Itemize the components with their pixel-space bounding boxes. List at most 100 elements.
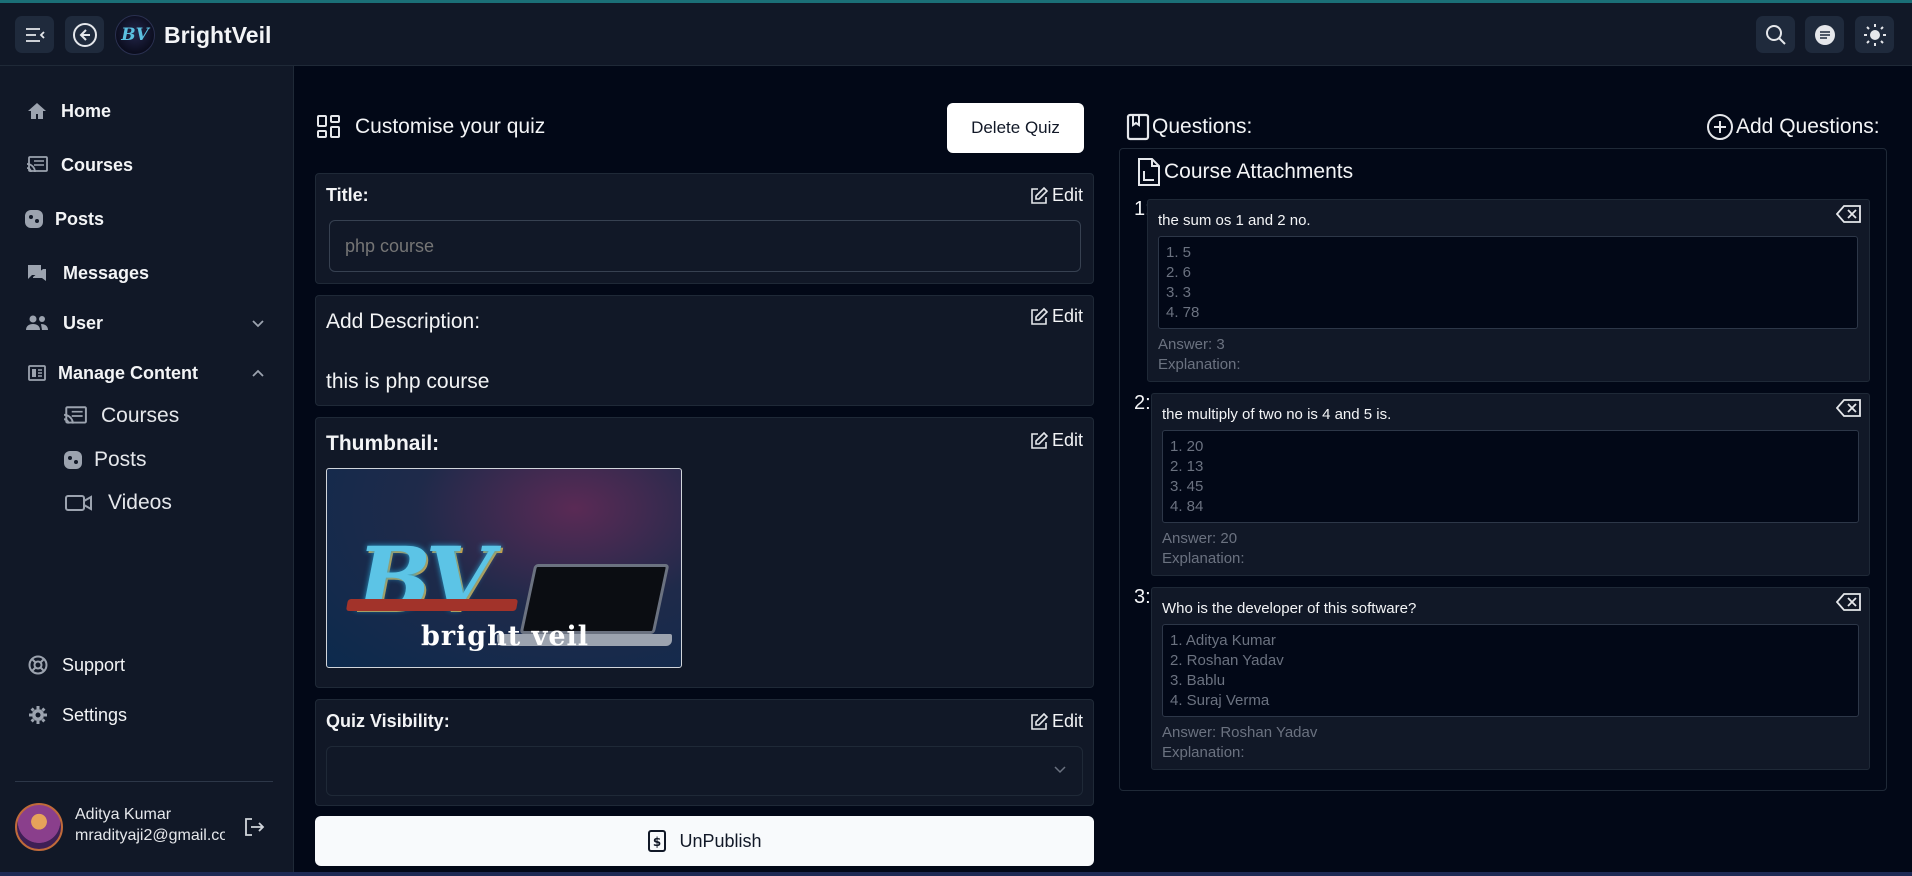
- question-number: 3:: [1134, 586, 1151, 608]
- bottom-accent-line: [0, 872, 1912, 876]
- sidebar-item-label: Posts: [55, 208, 105, 229]
- sidebar-item-label: Courses: [61, 154, 134, 175]
- unpublish-button[interactable]: $ UnPublish: [315, 816, 1094, 866]
- edit-label: Edit: [1051, 185, 1083, 205]
- sidebar-item-label: User: [63, 312, 104, 333]
- search-button[interactable]: [1756, 16, 1795, 53]
- unpublish-label: UnPublish: [679, 830, 762, 851]
- option: 1. 20: [1170, 438, 1204, 455]
- option: 2. 6: [1166, 264, 1192, 281]
- thumbnail-image[interactable]: BV bright veil: [326, 468, 682, 668]
- title-input[interactable]: [329, 220, 1081, 272]
- theme-toggle-button[interactable]: [1855, 16, 1894, 53]
- visibility-select[interactable]: [326, 746, 1083, 796]
- customise-heading: Customise your quiz: [316, 114, 545, 140]
- video-icon: [64, 491, 94, 515]
- question-card: the multiply of two no is 4 and 5 is. 1.…: [1151, 393, 1870, 576]
- sidebar-item-home[interactable]: Home: [25, 99, 111, 123]
- home-icon: [25, 99, 49, 123]
- question-text: Who is the developer of this software?: [1162, 600, 1417, 617]
- option: 3. 45: [1170, 478, 1204, 495]
- chevron-down-icon: [252, 319, 264, 327]
- chat-button[interactable]: [1805, 16, 1844, 53]
- file-chart-icon: [1138, 158, 1160, 186]
- users-icon: [25, 311, 49, 335]
- question-options: 1. 20 2. 13 3. 45 4. 84: [1162, 430, 1859, 523]
- delete-backspace-icon[interactable]: [1836, 593, 1862, 611]
- delete-backspace-icon[interactable]: [1836, 399, 1862, 417]
- brand-name: BrightVeil: [164, 22, 272, 48]
- sidebar-item-courses[interactable]: Courses: [25, 153, 133, 177]
- option: 1. Aditya Kumar: [1170, 632, 1276, 649]
- top-header: BV BrightVeil: [0, 3, 1912, 66]
- add-questions-label: Add Questions:: [1736, 115, 1880, 138]
- sidebar-item-support[interactable]: Support: [26, 653, 125, 677]
- avatar[interactable]: [15, 803, 63, 851]
- sidebar-item-settings[interactable]: Settings: [26, 703, 127, 727]
- user-name: Aditya Kumar: [75, 806, 172, 823]
- chevron-up-icon: [252, 369, 264, 377]
- sidebar-subitem-label: Posts: [94, 448, 147, 471]
- option: 3. Bablu: [1170, 672, 1226, 689]
- sidebar-item-label: Messages: [63, 262, 150, 283]
- title-card: Title: Edit: [315, 173, 1094, 284]
- sidebar-item-label: Support: [62, 654, 126, 675]
- question-options: 1. Aditya Kumar 2. Roshan Yadav 3. Bablu…: [1162, 624, 1859, 717]
- add-questions-button[interactable]: Add Questions:: [1706, 113, 1880, 141]
- back-button[interactable]: [65, 16, 104, 53]
- sidebar-toggle-button[interactable]: [15, 16, 54, 53]
- sidebar-item-user[interactable]: User: [25, 311, 265, 335]
- lifebuoy-icon: [26, 653, 50, 677]
- sidebar-item-label: Manage Content: [58, 362, 199, 383]
- manage-content-icon: [25, 361, 49, 385]
- chevron-down-icon: [1054, 766, 1066, 774]
- delete-backspace-icon[interactable]: [1836, 205, 1862, 223]
- chat-icon: [1814, 24, 1835, 45]
- edit-label: Edit: [1051, 430, 1083, 450]
- visibility-label: Quiz Visibility:: [326, 711, 450, 731]
- question-text: the sum os 1 and 2 no.: [1158, 212, 1311, 229]
- question-explanation: Explanation:: [1162, 744, 1245, 761]
- user-email: mradityaji2@gmail.com: [75, 827, 225, 844]
- logout-icon[interactable]: [243, 817, 265, 837]
- cast-icon: [25, 153, 49, 177]
- course-attachments-link[interactable]: Course Attachments: [1136, 157, 1353, 187]
- thumbnail-monogram: BV: [357, 527, 494, 631]
- sidebar-item-posts[interactable]: Posts: [22, 207, 104, 231]
- edit-title-button[interactable]: Edit: [1030, 185, 1083, 206]
- question-answer: Answer: Roshan Yadav: [1162, 724, 1318, 741]
- posts-icon: [61, 448, 85, 472]
- questions-heading: Questions:: [1126, 113, 1252, 141]
- sidebar-item-messages[interactable]: Messages: [25, 261, 149, 285]
- layout-grid-icon: [317, 115, 340, 138]
- plus-circle-icon: [1707, 114, 1733, 140]
- question-card: Who is the developer of this software? 1…: [1151, 587, 1870, 770]
- option: 1. 5: [1166, 244, 1192, 261]
- edit-label: Edit: [1051, 306, 1083, 326]
- edit-description-button[interactable]: Edit: [1030, 306, 1083, 327]
- option: 2. 13: [1170, 458, 1204, 475]
- edit-icon: [1031, 307, 1048, 325]
- sidebar-subitem-videos[interactable]: Videos: [64, 491, 172, 515]
- question-explanation: Explanation:: [1162, 550, 1245, 567]
- questions-label: Questions:: [1152, 115, 1253, 138]
- back-circle-icon: [72, 22, 97, 47]
- edit-visibility-button[interactable]: Edit: [1030, 711, 1083, 732]
- thumbnail-card: Thumbnail: Edit BV bright veil: [315, 417, 1094, 688]
- question-options: 1. 5 2. 6 3. 3 4. 78: [1158, 236, 1858, 329]
- course-attachments-label: Course Attachments: [1164, 160, 1354, 183]
- dollar-box-icon: $: [648, 830, 667, 852]
- description-card: Add Description: Edit this is php course: [315, 295, 1094, 406]
- edit-icon: [1031, 186, 1048, 204]
- thumbnail-book: [345, 599, 519, 611]
- question-text: the multiply of two no is 4 and 5 is.: [1162, 406, 1392, 423]
- edit-thumbnail-button[interactable]: Edit: [1030, 430, 1083, 451]
- delete-quiz-button[interactable]: Delete Quiz: [947, 103, 1084, 153]
- messages-icon: [25, 261, 49, 285]
- sun-icon: [1863, 23, 1886, 46]
- sidebar-item-manage-content[interactable]: Manage Content: [25, 361, 265, 385]
- sidebar-subitem-posts[interactable]: Posts: [61, 448, 147, 472]
- sidebar-item-label: Settings: [62, 704, 128, 725]
- sidebar-subitem-courses[interactable]: Courses: [63, 404, 179, 428]
- question-number: 2:: [1134, 392, 1151, 414]
